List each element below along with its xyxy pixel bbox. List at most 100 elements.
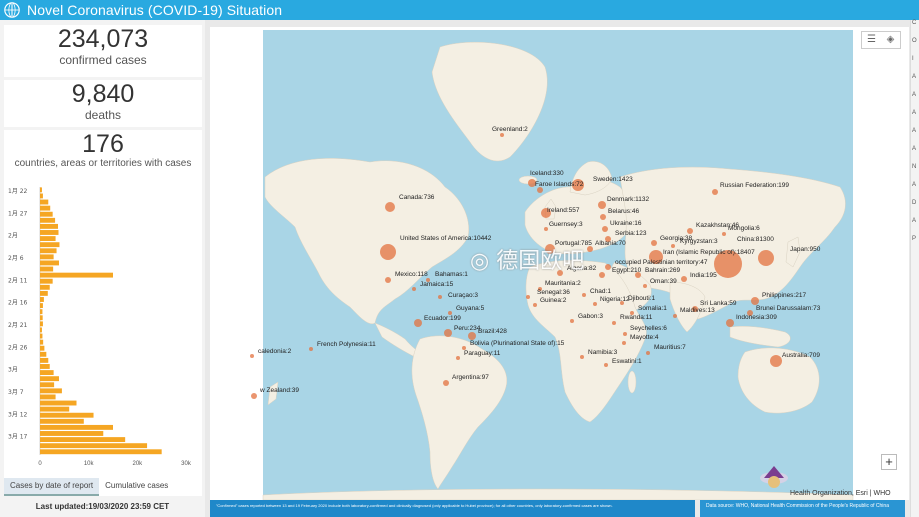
case-circle-38[interactable]: [751, 297, 759, 305]
bar-38[interactable]: [40, 418, 84, 424]
rail-letter: D: [912, 200, 917, 206]
case-circle-6[interactable]: [598, 201, 606, 209]
bar-19[interactable]: [40, 303, 43, 309]
case-circle-29[interactable]: [643, 284, 647, 288]
case-circle-9[interactable]: [544, 227, 548, 231]
case-circle-50[interactable]: [623, 332, 627, 336]
bar-43[interactable]: [40, 449, 162, 455]
bar-33[interactable]: [40, 388, 62, 394]
bar-8[interactable]: [40, 236, 56, 242]
case-circle-48[interactable]: [444, 329, 452, 337]
bar-2[interactable]: [40, 199, 49, 205]
case-circle-52[interactable]: [622, 341, 626, 345]
bar-36[interactable]: [40, 406, 70, 412]
bar-6[interactable]: [40, 223, 59, 229]
legend-toggle-icon[interactable]: ☰: [862, 32, 881, 48]
case-circle-27[interactable]: [385, 277, 391, 283]
bar-42[interactable]: [40, 443, 148, 449]
case-circle-58[interactable]: [604, 363, 608, 367]
bar-5[interactable]: [40, 217, 56, 223]
bar-25[interactable]: [40, 339, 44, 345]
case-circle-49[interactable]: [468, 332, 476, 340]
tab-cumulative-cases[interactable]: Cumulative cases: [99, 478, 174, 496]
bar-15[interactable]: [40, 278, 53, 284]
case-circle-57[interactable]: [580, 355, 584, 359]
case-circle-47[interactable]: [726, 319, 734, 327]
case-circle-54[interactable]: [250, 354, 254, 358]
case-circle-42[interactable]: [414, 319, 422, 327]
bar-21[interactable]: [40, 315, 43, 321]
case-circle-12[interactable]: [722, 232, 726, 236]
bar-26[interactable]: [40, 345, 45, 351]
bar-35[interactable]: [40, 400, 77, 406]
page-title: Novel Coronavirus (COVID-19) Situation: [27, 2, 283, 18]
case-circle-4[interactable]: [712, 189, 718, 195]
countries-label: countries, areas or territories with cas…: [14, 158, 192, 169]
case-circle-14[interactable]: [651, 240, 657, 246]
case-circle-45[interactable]: [570, 319, 574, 323]
bar-23[interactable]: [40, 327, 42, 333]
case-circle-0[interactable]: [500, 133, 504, 137]
y-tick-label: 2月 26: [8, 344, 28, 351]
case-circle-44[interactable]: [673, 314, 677, 318]
bar-3[interactable]: [40, 205, 51, 211]
case-circle-56[interactable]: [456, 356, 460, 360]
bar-41[interactable]: [40, 437, 126, 443]
case-circle-26[interactable]: [681, 276, 687, 282]
bar-12[interactable]: [40, 260, 59, 266]
bar-9[interactable]: [40, 242, 60, 248]
bar-28[interactable]: [40, 357, 49, 363]
case-circle-11[interactable]: [687, 228, 693, 234]
case-circle-55[interactable]: [646, 351, 650, 355]
case-circle-8[interactable]: [600, 214, 606, 220]
case-circle-61[interactable]: [251, 393, 257, 399]
case-circle-37[interactable]: [593, 302, 597, 306]
case-circle-10[interactable]: [602, 226, 608, 232]
bar-1[interactable]: [40, 193, 43, 199]
case-circle-33[interactable]: [582, 293, 586, 297]
bar-17[interactable]: [40, 290, 48, 296]
case-circle-30[interactable]: [412, 287, 416, 291]
bar-22[interactable]: [40, 321, 43, 327]
bar-0[interactable]: [40, 187, 42, 193]
case-circle-22[interactable]: [605, 264, 611, 270]
deaths-value: 9,840: [71, 80, 135, 108]
bar-14[interactable]: [40, 272, 113, 278]
bar-30[interactable]: [40, 370, 54, 376]
case-circle-36[interactable]: [533, 303, 537, 307]
country-label: Oman:39: [650, 278, 677, 285]
case-circle-23[interactable]: [599, 272, 605, 278]
bar-11[interactable]: [40, 254, 54, 260]
case-circle-32[interactable]: [438, 295, 442, 299]
case-circle-20[interactable]: [758, 250, 774, 266]
case-circle-5[interactable]: [385, 202, 395, 212]
bar-32[interactable]: [40, 382, 55, 388]
case-circle-34[interactable]: [526, 295, 530, 299]
bar-18[interactable]: [40, 297, 44, 302]
bar-27[interactable]: [40, 351, 47, 357]
bar-16[interactable]: [40, 284, 50, 290]
country-label: Guyana:5: [456, 305, 485, 312]
case-circle-17[interactable]: [380, 244, 396, 260]
cases-bar-chart: 1月 22 1月 27 2月 2月 6 2月 11 2月 16 2月 21 2月 26 3月 3月…: [8, 187, 192, 467]
bar-40[interactable]: [40, 431, 104, 436]
case-circle-15[interactable]: [671, 244, 675, 248]
bar-7[interactable]: [40, 230, 59, 235]
case-circle-51[interactable]: [309, 347, 313, 351]
tab-cases-by-date[interactable]: Cases by date of report: [4, 478, 100, 496]
bar-20[interactable]: [40, 309, 43, 315]
bar-31[interactable]: [40, 376, 59, 382]
bar-4[interactable]: [40, 211, 53, 217]
case-circle-46[interactable]: [612, 321, 616, 325]
bar-10[interactable]: [40, 248, 57, 254]
case-circle-60[interactable]: [443, 380, 449, 386]
bar-24[interactable]: [40, 333, 43, 339]
bar-34[interactable]: [40, 394, 56, 400]
bar-37[interactable]: [40, 412, 94, 418]
layers-icon[interactable]: ◈: [881, 32, 900, 48]
case-circle-59[interactable]: [770, 355, 782, 367]
bar-39[interactable]: [40, 424, 113, 430]
country-label: Brazil:428: [478, 328, 507, 335]
bar-13[interactable]: [40, 266, 54, 272]
bar-29[interactable]: [40, 364, 50, 369]
